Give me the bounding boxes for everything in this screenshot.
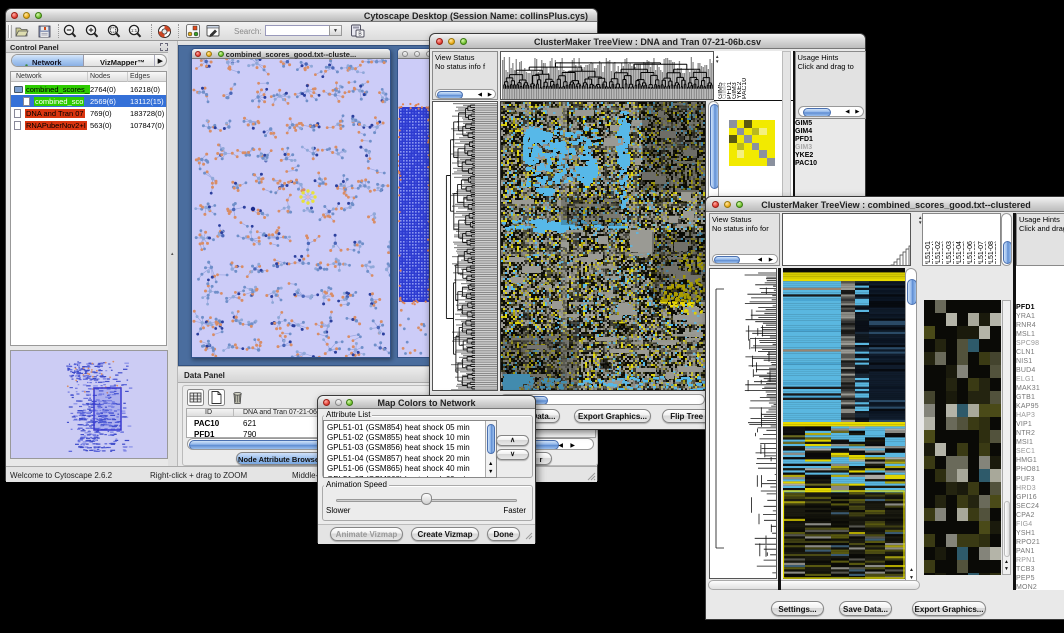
svg-text:1:1: 1:1: [131, 28, 138, 33]
